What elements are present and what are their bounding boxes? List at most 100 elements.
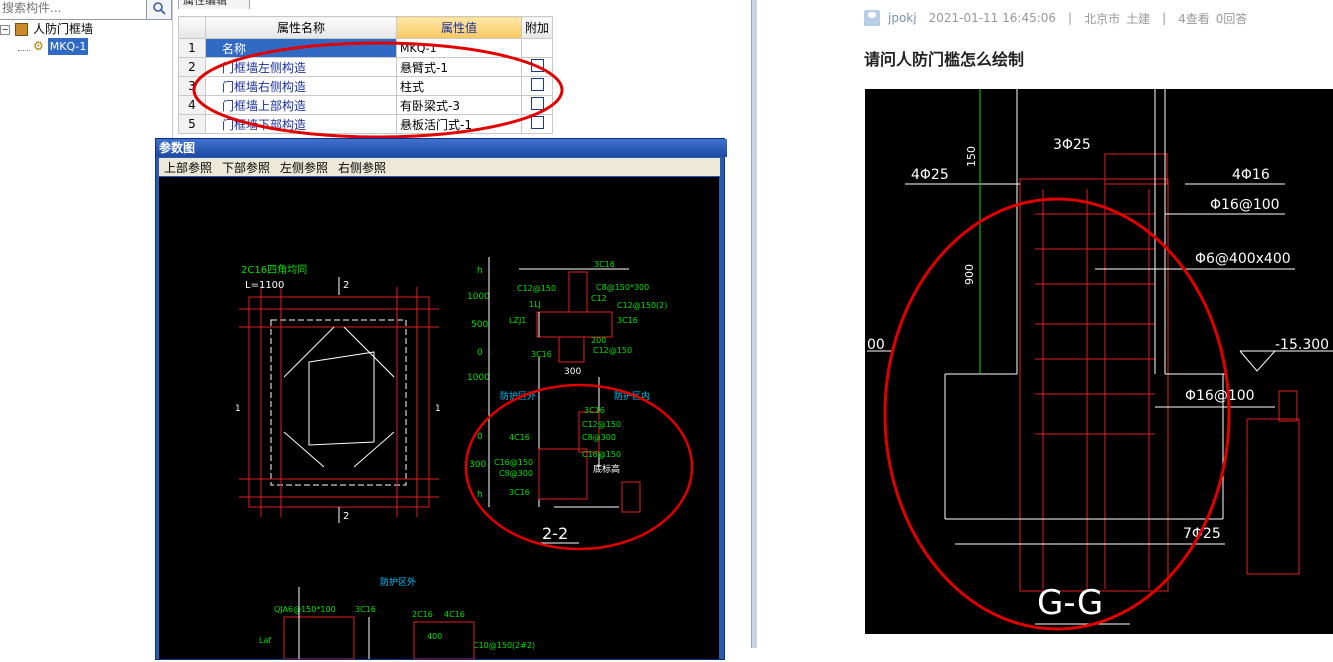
cad-label: 400 xyxy=(427,632,442,641)
search-input[interactable] xyxy=(0,0,145,19)
header-extra[interactable]: 附加 xyxy=(521,16,553,39)
menu-top-ref[interactable]: 上部参照 xyxy=(159,159,217,176)
user-icon xyxy=(868,12,876,18)
cad-label: 4Φ25 xyxy=(911,167,949,183)
search-button[interactable] xyxy=(146,0,172,20)
location: 北京市 xyxy=(1084,11,1121,26)
cad-label: 4C16 xyxy=(509,433,530,442)
dim-label: h xyxy=(477,490,483,500)
cad-label: 1 xyxy=(435,404,441,414)
username[interactable]: jpokj xyxy=(888,11,917,25)
question-meta: jpokj 2021-01-11 16:45:06 | 北京市 土建 | 4查看… xyxy=(864,8,1247,28)
cad-label: 2 xyxy=(343,511,349,522)
dim-label: h xyxy=(477,266,483,276)
cad-label: 底标高 xyxy=(593,463,620,475)
meta-sep: | xyxy=(1068,11,1073,25)
section-label: 2-2 xyxy=(542,524,568,543)
cad-canvas[interactable]: 2C16四角均同 L=1100 2 2 1 1 h 1000 500 0 100… xyxy=(159,177,719,660)
cad-label: 3C16 xyxy=(531,350,552,359)
header-name[interactable]: 属性名称 xyxy=(205,16,397,39)
post-datetime: 2021-01-11 16:45:06 xyxy=(928,11,1057,25)
dim-label: 0 xyxy=(477,348,483,358)
reference-menu: 上部参照 下部参照 左侧参照 右侧参照 xyxy=(159,158,720,176)
annotation-ellipse xyxy=(192,41,564,139)
cad-label: -15.300 xyxy=(1275,337,1329,353)
cad-label: 00 xyxy=(867,337,885,353)
cad-label: 1LJ xyxy=(529,300,541,309)
blank-area xyxy=(757,0,845,648)
cad-label: Laf xyxy=(259,636,271,645)
cad-label: C12@150 xyxy=(582,420,621,429)
dim-label: 300 xyxy=(469,460,486,470)
annotation-ellipse xyxy=(883,197,1231,631)
dim-label: 1000 xyxy=(467,373,490,383)
cad-label: C10@150(2#2) xyxy=(473,641,535,650)
question-image[interactable]: 3Φ25 4Φ25 4Φ16 Φ16@100 Φ6@400x400 00 -15… xyxy=(865,89,1333,634)
cad-label: C12@150 xyxy=(593,346,632,355)
cad-label: 3C16 xyxy=(617,316,638,325)
table-header: 属性名称 属性值 附加 xyxy=(178,16,553,39)
header-value[interactable]: 属性值 xyxy=(396,16,522,39)
gear-icon: ⚙ xyxy=(33,39,44,53)
cad-label: 300 xyxy=(564,367,581,377)
tab-property-editor[interactable]: 属性编辑 xyxy=(178,0,250,9)
cad-label: 2C16四角均同 xyxy=(241,264,307,276)
cad-label: Φ16@100 xyxy=(1210,197,1280,213)
cad-label: C8@150*300 xyxy=(596,283,649,292)
wall-icon xyxy=(15,23,28,36)
reference-window: 参数图 上部参照 下部参照 左侧参照 右侧参照 2C16四角均同 L=1100 … xyxy=(155,138,727,660)
property-editor: 属性编辑 属性名称 属性值 附加 1 名称 MKQ-1 2 门框墙左侧构造 悬臂… xyxy=(174,0,752,140)
cad-label: 3C16 xyxy=(594,260,615,269)
section-label: G-G xyxy=(1037,583,1103,623)
cad-label: C12 xyxy=(591,294,607,303)
dim-label: 1000 xyxy=(467,292,490,302)
cad-label: 3C16 xyxy=(355,605,376,614)
cad-label: 3C16 xyxy=(584,406,605,415)
cad-label: C8@300 xyxy=(582,433,616,442)
menu-right-ref[interactable]: 右侧参照 xyxy=(333,159,391,176)
tree-root-label: 人防门框墙 xyxy=(33,22,94,36)
cad-label: 3C16 xyxy=(509,488,530,497)
dim-label: 0 xyxy=(477,432,483,442)
cad-label: Φ6@400x400 xyxy=(1195,251,1291,267)
cad-label: 150 xyxy=(965,146,978,167)
cad-label: 200 xyxy=(591,336,606,345)
menu-bottom-ref[interactable]: 下部参照 xyxy=(217,159,275,176)
component-tree-panel: − 人防门框墙 ⚙ MKQ-1 xyxy=(0,0,173,648)
cad-label: C16@150 xyxy=(494,458,533,467)
cad-label: QJA6@150*100 xyxy=(274,605,336,614)
tree-node-root[interactable]: − 人防门框墙 xyxy=(0,21,93,38)
cad-label: C12@150 xyxy=(517,284,556,293)
cad-label: 防护区外 xyxy=(380,576,416,588)
cad-label: 3Φ25 xyxy=(1053,137,1091,153)
cad-label: 2 xyxy=(343,280,349,291)
cad-label: 1 xyxy=(235,404,241,414)
category[interactable]: 土建 xyxy=(1126,10,1150,27)
cad-label: 4Φ16 xyxy=(1232,167,1270,183)
cad-label: C16@150 xyxy=(582,450,621,459)
tree-line xyxy=(18,42,30,51)
cad-label: L=1100 xyxy=(245,280,284,291)
search-box[interactable] xyxy=(0,0,148,20)
cad-label: 900 xyxy=(963,264,976,285)
tree-child-label: MKQ-1 xyxy=(47,38,89,55)
dim-label: 500 xyxy=(471,320,488,330)
collapse-icon[interactable]: − xyxy=(0,24,10,35)
question-title: 请问人防门槛怎么绘制 xyxy=(864,50,1025,69)
tree-node-child[interactable]: ⚙ MKQ-1 xyxy=(18,38,89,55)
annotation-ellipse xyxy=(464,383,694,551)
cad-label: LZJ1 xyxy=(509,316,526,325)
qa-page: jpokj 2021-01-11 16:45:06 | 北京市 土建 | 4查看… xyxy=(846,0,1333,648)
view-count: 4查看 xyxy=(1178,11,1210,26)
cad-label: C8@300 xyxy=(499,469,533,478)
meta-sep: | xyxy=(1162,11,1167,25)
avatar[interactable] xyxy=(864,10,880,26)
cad-label: 2C16 xyxy=(412,610,433,619)
cad-label: 4C16 xyxy=(444,610,465,619)
cad-drawing: 2C16四角均同 L=1100 2 2 1 1 h 1000 500 0 100… xyxy=(235,257,694,660)
cad-label: Φ16@100 xyxy=(1185,388,1255,404)
gg-section-drawing: 3Φ25 4Φ25 4Φ16 Φ16@100 Φ6@400x400 00 -15… xyxy=(867,89,1333,631)
menu-left-ref[interactable]: 左侧参照 xyxy=(275,159,333,176)
header-num xyxy=(178,16,206,39)
window-title[interactable]: 参数图 xyxy=(156,139,727,157)
